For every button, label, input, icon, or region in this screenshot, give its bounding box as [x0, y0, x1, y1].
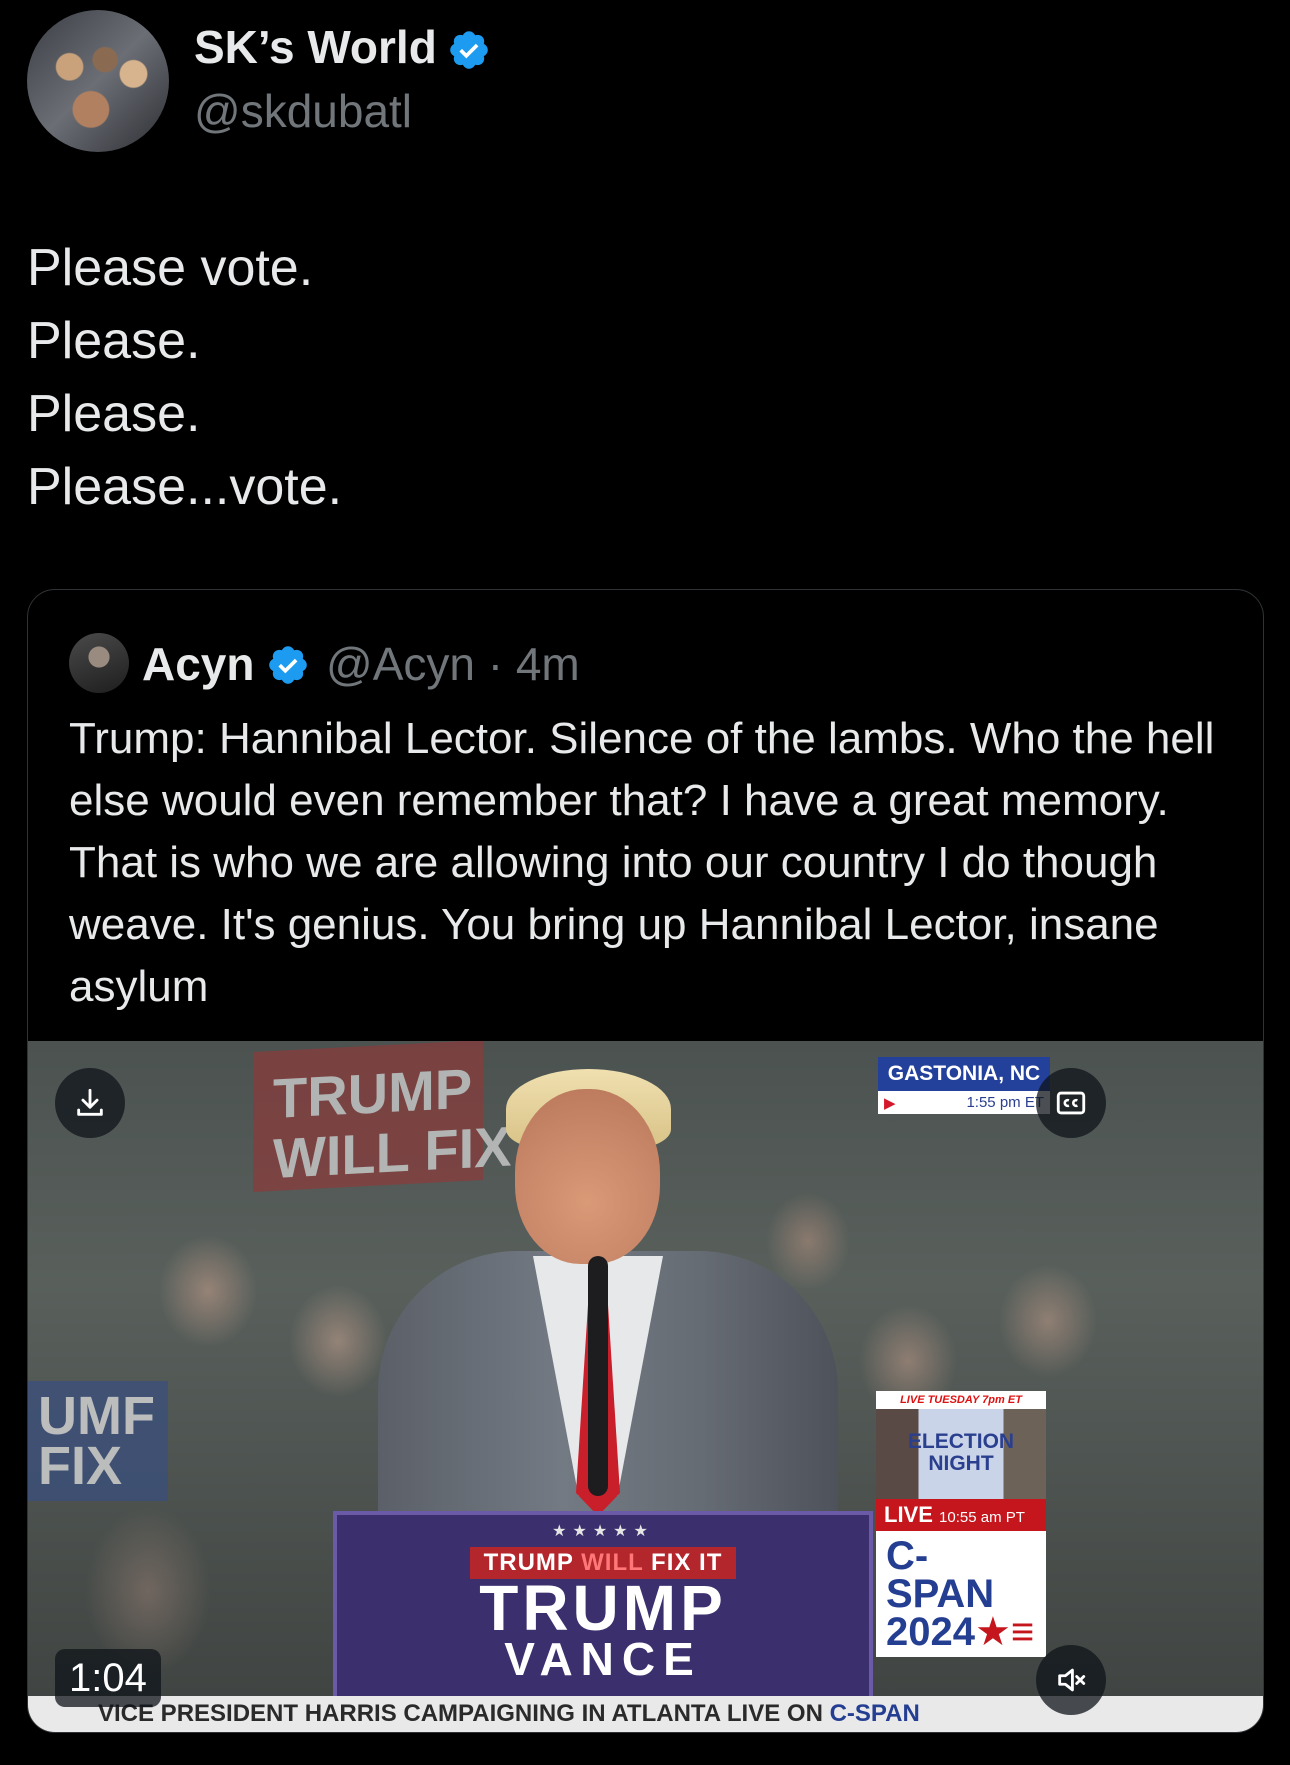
video-player[interactable]: TRUMP WILL FIX I UMF FIX ★★★★★ TRUMP WIL… [28, 1041, 1263, 1732]
tweet-line: Please. [27, 312, 201, 370]
download-icon [77, 1088, 103, 1116]
quoted-handle-time[interactable]: @Acyn · 4m [326, 637, 580, 691]
volume-muted-icon [1058, 1668, 1086, 1692]
location-text: GASTONIA, NC [878, 1057, 1050, 1091]
mute-button[interactable] [1036, 1645, 1106, 1715]
quoted-tweet[interactable]: Acyn @Acyn · 4m Trump: Hannibal Lector. … [27, 589, 1264, 1733]
podium-subtitle: VANCE [504, 1633, 702, 1685]
duration-badge: 1:04 [55, 1649, 161, 1707]
promo-top-text: LIVE TUESDAY 7pm ET [876, 1391, 1046, 1409]
tweet-line: Please...vote. [27, 458, 343, 516]
tweet-line: Please. [27, 385, 201, 443]
microphone [588, 1256, 608, 1496]
author-name[interactable]: SK’s World [194, 20, 437, 74]
speaker-head [515, 1089, 660, 1264]
location-time: 1:55 pm ET [878, 1091, 1050, 1114]
tweet-text: Please vote. Please. Please. Please...vo… [27, 232, 342, 524]
author-avatar[interactable] [27, 10, 169, 152]
download-button[interactable] [55, 1068, 125, 1138]
tweet-line: Please vote. [27, 239, 314, 297]
campaign-sign: UMF FIX [28, 1381, 168, 1501]
podium-stars: ★★★★★ [552, 1523, 654, 1540]
author-handle[interactable]: @skdubatl [194, 84, 412, 138]
promo-title: ELECTION NIGHT [876, 1409, 1046, 1499]
captions-icon [1056, 1091, 1086, 1115]
quoted-text: Trump: Hannibal Lector. Silence of the l… [69, 714, 1215, 1011]
location-bug: GASTONIA, NC 1:55 pm ET [878, 1057, 1050, 1114]
promo-live: LIVE 10:55 am PT [876, 1499, 1046, 1531]
cspan-promo: LIVE TUESDAY 7pm ET ELECTION NIGHT LIVE … [876, 1391, 1046, 1657]
campaign-sign: TRUMP WILL FIX I [253, 1041, 543, 1193]
verified-badge-icon [450, 31, 488, 69]
quoted-avatar[interactable] [69, 633, 129, 693]
podium-title: TRUMP [479, 1572, 727, 1644]
captions-button[interactable] [1036, 1068, 1106, 1138]
quoted-author-name[interactable]: Acyn [142, 637, 254, 691]
promo-brand: C-SPAN 2024★≡ [876, 1531, 1046, 1657]
verified-badge-icon [269, 646, 307, 684]
